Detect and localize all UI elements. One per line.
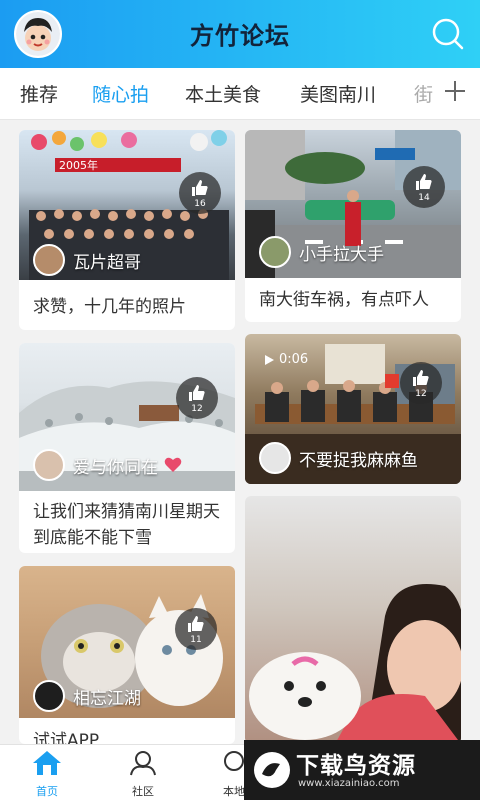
post-caption: 南大街车祸，有点吓人 bbox=[259, 290, 429, 310]
post-card[interactable]: 0:06 12 不要捉我麻麻鱼 bbox=[245, 334, 461, 484]
post-caption: 试试APP bbox=[33, 731, 100, 744]
nav-community[interactable]: 社区 bbox=[113, 749, 173, 799]
video-duration: 0:06 bbox=[263, 352, 308, 367]
thumbs-up-icon bbox=[416, 174, 432, 190]
bird-logo-icon bbox=[254, 752, 290, 788]
category-tabs: 推荐 随心拍 本土美食 美图南川 街 bbox=[0, 68, 480, 120]
post-author[interactable]: 不要捉我麻麻鱼 bbox=[259, 442, 418, 474]
plus-icon bbox=[445, 81, 465, 101]
watermark-url: www.xiazainiao.com bbox=[298, 778, 400, 789]
search-icon bbox=[432, 18, 464, 50]
woman-with-dog-image bbox=[249, 584, 461, 744]
nav-home-label: 首页 bbox=[36, 785, 58, 798]
like-count: 14 bbox=[418, 193, 430, 203]
author-name: 不要捉我麻麻鱼 bbox=[299, 450, 418, 471]
tab-snapshots[interactable]: 随心拍 bbox=[92, 80, 149, 107]
tab-street[interactable]: 街 bbox=[414, 80, 433, 107]
author-avatar bbox=[259, 442, 291, 474]
like-button[interactable]: 12 bbox=[400, 362, 442, 404]
thumbs-up-icon bbox=[413, 370, 429, 386]
like-button[interactable]: 11 bbox=[175, 608, 217, 650]
post-author[interactable]: 爱与你同在 bbox=[33, 449, 182, 481]
watermark-overlay: 下载鸟资源 www.xiazainiao.com bbox=[244, 740, 480, 800]
author-name: 小手拉大手 bbox=[299, 244, 384, 265]
watermark-title: 下载鸟资源 bbox=[296, 753, 416, 779]
like-button[interactable]: 16 bbox=[179, 172, 221, 214]
post-image[interactable] bbox=[245, 496, 461, 744]
post-card[interactable] bbox=[245, 496, 461, 744]
add-tab-button[interactable] bbox=[440, 76, 470, 106]
author-name: 瓦片超哥 bbox=[73, 252, 141, 273]
author-avatar bbox=[33, 680, 65, 712]
author-avatar bbox=[33, 449, 65, 481]
post-card[interactable]: 11 相忘江湖 试试APP bbox=[19, 566, 235, 744]
post-author[interactable]: 相忘江湖 bbox=[33, 680, 141, 712]
search-button[interactable] bbox=[430, 16, 466, 52]
heart-icon bbox=[164, 457, 182, 472]
like-count: 11 bbox=[190, 635, 202, 645]
like-button[interactable]: 12 bbox=[176, 377, 218, 419]
author-avatar bbox=[33, 244, 65, 276]
app-header: 方竹论坛 bbox=[0, 0, 480, 68]
post-card[interactable]: 2005年 16 瓦片超哥 求赞，十几年的照片 bbox=[19, 130, 235, 330]
post-author[interactable]: 小手拉大手 bbox=[259, 236, 384, 268]
tab-nanchuan-photos[interactable]: 美图南川 bbox=[300, 80, 376, 107]
like-button[interactable]: 14 bbox=[403, 166, 445, 208]
home-icon bbox=[33, 751, 61, 775]
banner-text: 2005年 bbox=[59, 158, 98, 172]
author-avatar bbox=[259, 236, 291, 268]
app-title: 方竹论坛 bbox=[190, 22, 290, 50]
like-count: 16 bbox=[194, 199, 206, 209]
like-count: 12 bbox=[191, 404, 203, 414]
post-caption: 让我们来猜猜南川星期天到底能不能下雪 bbox=[33, 502, 220, 548]
thumbs-up-icon bbox=[189, 385, 205, 401]
play-icon bbox=[265, 354, 274, 365]
tab-recommend[interactable]: 推荐 bbox=[20, 80, 58, 107]
community-icon bbox=[130, 751, 156, 776]
post-card[interactable]: 14 小手拉大手 南大街车祸，有点吓人 bbox=[245, 130, 461, 322]
tab-local-food[interactable]: 本土美食 bbox=[185, 80, 261, 107]
video-time: 0:06 bbox=[279, 352, 309, 367]
post-caption: 求赞，十几年的照片 bbox=[33, 297, 186, 317]
author-name: 相忘江湖 bbox=[73, 688, 141, 709]
post-card[interactable]: 12 爱与你同在 让我们来猜猜南川星期天到底能不能下雪 bbox=[19, 343, 235, 553]
nav-community-label: 社区 bbox=[132, 785, 154, 798]
thumbs-up-icon bbox=[192, 180, 208, 196]
thumbs-up-icon bbox=[188, 616, 204, 632]
like-count: 12 bbox=[415, 389, 427, 399]
post-author[interactable]: 瓦片超哥 bbox=[33, 244, 141, 276]
nav-home[interactable]: 首页 bbox=[17, 749, 77, 799]
author-name: 爱与你同在 bbox=[73, 457, 158, 478]
